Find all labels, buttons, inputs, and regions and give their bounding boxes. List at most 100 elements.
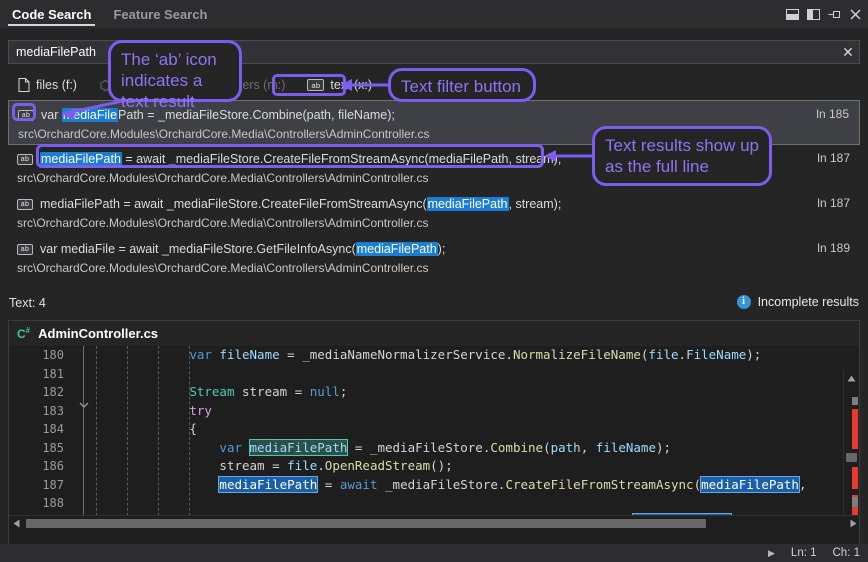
- result-path-2: src\OrchardCore.Modules\OrchardCore.Medi…: [8, 214, 860, 232]
- code-token: fileName: [219, 347, 279, 362]
- code-line: stream = file.OpenReadStream();: [9, 457, 859, 476]
- result-match: mediaFile: [62, 108, 118, 122]
- code-line: {: [9, 420, 859, 439]
- tab-feature-search-label: Feature Search: [113, 7, 207, 22]
- code-token: (: [543, 440, 551, 455]
- result-segment: var mediaFile = await _mediaFileStore.Ge…: [40, 242, 356, 256]
- code-token: var: [189, 347, 212, 362]
- status-bar-right: ▶ Ln: 1 Ch: 1: [768, 544, 860, 562]
- filter-chip-files-label: files (f:): [36, 78, 77, 92]
- code-token: _mediaFileStore: [385, 477, 498, 492]
- scroll-thumb-horizontal[interactable]: [26, 519, 706, 528]
- code-token: );: [656, 440, 671, 455]
- code-token: [99, 421, 189, 436]
- code-token: path: [551, 440, 581, 455]
- code-token: file: [287, 458, 317, 473]
- code-token: null: [310, 384, 340, 399]
- code-token: _mediaFileStore: [370, 440, 483, 455]
- table-row[interactable]: ab mediaFilePath = await _mediaFileStore…: [8, 190, 860, 235]
- code-line: [9, 494, 859, 513]
- results-count: Text: 4: [9, 296, 46, 310]
- scroll-marker: [852, 397, 858, 405]
- result-line-number-0: ln 185: [816, 107, 849, 121]
- scroll-up-icon[interactable]: [844, 371, 859, 386]
- code-token: ,: [799, 477, 807, 492]
- split-pane-icon[interactable]: [806, 7, 820, 21]
- result-match: mediaFilePath: [356, 242, 438, 256]
- result-line-2: ab mediaFilePath = await _mediaFileStore…: [8, 194, 860, 214]
- title-bar: Code Search Feature Search: [0, 0, 868, 28]
- incomplete-results-status: i Incomplete results: [737, 295, 859, 309]
- table-row[interactable]: ab var mediaFile = await _mediaFileStore…: [8, 235, 860, 280]
- code-search-window: Code Search Feature Search mediaFilePath…: [0, 0, 868, 562]
- code-token: Stream: [189, 384, 234, 399]
- tab-code-search[interactable]: Code Search: [8, 0, 95, 28]
- code-token: =: [265, 458, 288, 473]
- annotation-box-result-line: [36, 144, 544, 168]
- ab-icon: ab: [17, 199, 33, 210]
- ab-icon: ab: [17, 154, 33, 165]
- code-token: var: [219, 440, 242, 455]
- result-text-2: mediaFilePath = await _mediaFileStore.Cr…: [40, 197, 561, 211]
- tab-feature-search[interactable]: Feature Search: [109, 0, 211, 28]
- code-editor[interactable]: 180 181 182 183 184 185 186 187 188 189 …: [9, 346, 859, 531]
- tab-strip: Code Search Feature Search: [8, 0, 211, 28]
- code-token: =: [287, 384, 310, 399]
- result-line-3: ab var mediaFile = await _mediaFileStore…: [8, 239, 860, 259]
- window-controls: [785, 0, 862, 28]
- result-text-0: var mediaFilePath = _mediaFileStore.Comb…: [41, 108, 395, 122]
- code-line: mediaFilePath = await _mediaFileStore.Cr…: [9, 476, 859, 495]
- preview-header: C# AdminController.cs: [9, 321, 859, 346]
- code-line: [9, 365, 859, 384]
- ab-icon: ab: [17, 244, 33, 255]
- horizontal-scrollbar[interactable]: [9, 515, 859, 531]
- result-match: mediaFilePath: [427, 197, 509, 211]
- code-token: mediaFilePath: [219, 477, 317, 492]
- scroll-left-icon[interactable]: [9, 516, 24, 531]
- code-token: ,: [581, 440, 596, 455]
- result-text-3: var mediaFile = await _mediaFileStore.Ge…: [40, 242, 445, 256]
- code-line: Stream stream = null;: [9, 383, 859, 402]
- code-token: NormalizeFileName: [513, 347, 641, 362]
- code-line: try: [9, 402, 859, 421]
- close-icon[interactable]: [848, 7, 862, 21]
- code-token: [99, 403, 189, 418]
- code-token: CreateFileFromStreamAsync: [505, 477, 693, 492]
- results-status-bar: Text: 4 i Incomplete results: [0, 292, 868, 318]
- annotation-box-text-filter: [272, 74, 346, 96]
- code-token: [99, 458, 219, 473]
- code-token: [99, 347, 189, 362]
- scroll-right-icon[interactable]: [846, 516, 859, 531]
- code-token: .: [505, 347, 513, 362]
- result-path-3: src\OrchardCore.Modules\OrchardCore.Medi…: [8, 259, 860, 277]
- code-preview-pane: C# AdminController.cs 180 181 182 183 18…: [8, 320, 860, 556]
- annotation-text-filter: Text filter button: [388, 68, 536, 102]
- result-segment: mediaFilePath = await _mediaFileStore.Cr…: [40, 197, 427, 211]
- cursor-line-indicator: Ln: 1: [791, 547, 817, 559]
- clear-search-icon[interactable]: ✕: [837, 41, 859, 63]
- code-token: _mediaNameNormalizerService: [302, 347, 505, 362]
- pin-icon[interactable]: [827, 7, 841, 21]
- scroll-marker-error: [852, 467, 858, 489]
- code-token: file: [648, 347, 678, 362]
- code-token: {: [189, 421, 197, 436]
- code-token: [377, 477, 385, 492]
- code-token: mediaFilePath: [701, 477, 799, 492]
- scroll-marker-error: [852, 409, 858, 449]
- result-line-number-1: ln 187: [817, 151, 850, 165]
- filter-chip-files[interactable]: files (f:): [10, 74, 85, 96]
- csharp-icon: C#: [17, 326, 30, 341]
- code-lines: var fileName = _mediaNameNormalizerServi…: [9, 346, 859, 531]
- code-token: =: [280, 347, 303, 362]
- preview-file-name: AdminController.cs: [38, 326, 158, 341]
- code-token: (: [694, 477, 702, 492]
- dock-icon[interactable]: [785, 7, 799, 21]
- scroll-thumb[interactable]: [846, 453, 857, 462]
- code-token: .: [317, 458, 325, 473]
- vertical-scrollbar[interactable]: [843, 371, 859, 531]
- code-token: [242, 440, 250, 455]
- file-icon: [18, 78, 30, 92]
- play-icon[interactable]: ▶: [768, 548, 775, 559]
- result-segment: );: [438, 242, 446, 256]
- code-token: [99, 384, 189, 399]
